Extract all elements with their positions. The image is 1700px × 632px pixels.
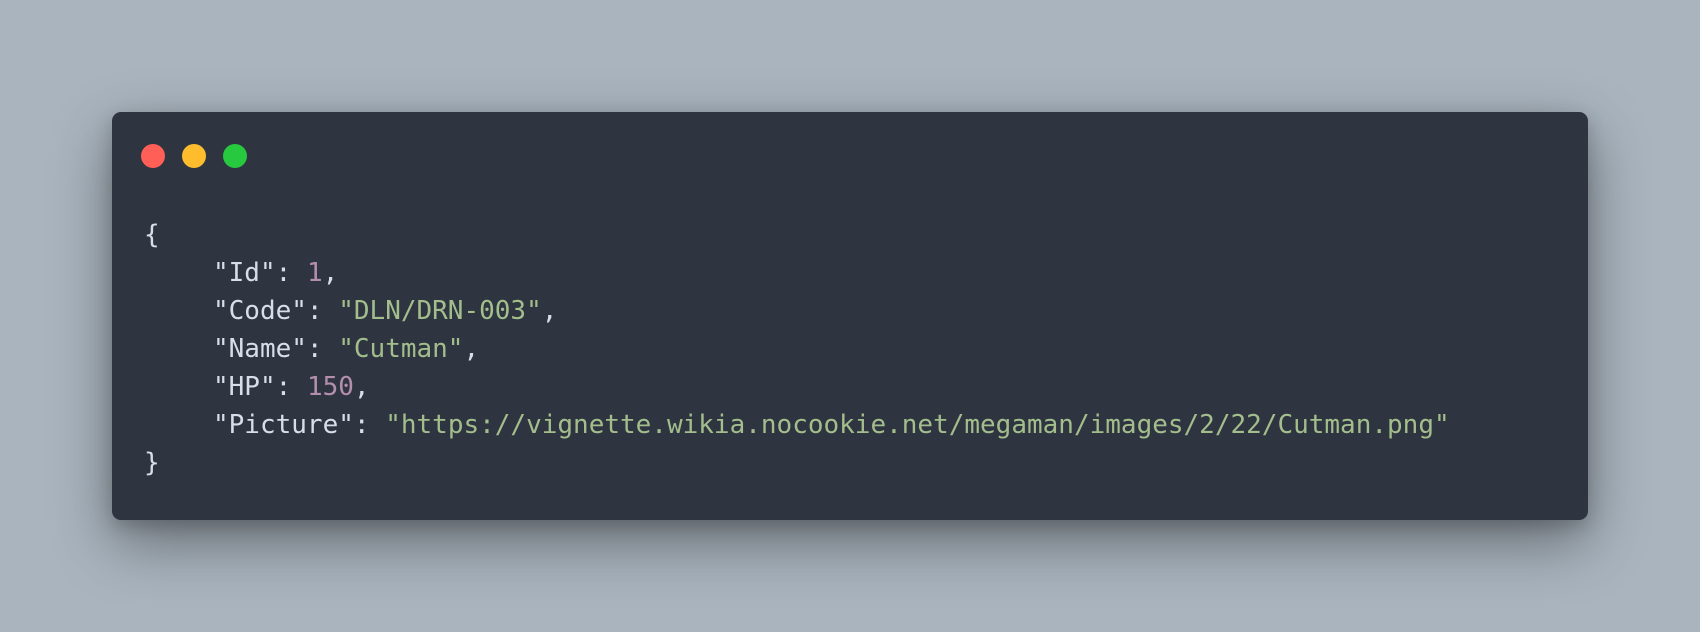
key-name: "Name" xyxy=(213,334,307,364)
key-picture: "Picture" xyxy=(213,410,354,440)
value-name: "Cutman" xyxy=(338,334,464,364)
comma: , xyxy=(463,334,480,364)
comma: , xyxy=(322,258,339,288)
code-line-id: "Id": 1, xyxy=(213,258,339,288)
open-brace: { xyxy=(144,220,160,250)
code-line-hp: "HP": 150, xyxy=(213,372,370,402)
value-id: 1 xyxy=(306,258,323,288)
close-dot-icon[interactable] xyxy=(141,144,165,168)
close-brace: } xyxy=(144,448,160,478)
comma: , xyxy=(541,296,558,326)
key-code: "Code" xyxy=(213,296,307,326)
value-picture: "https://vignette.wikia.nocookie.net/meg… xyxy=(385,410,1450,440)
json-code-block: { "Id": 1, "Code": "DLN/DRN-003", "Name": "… xyxy=(144,216,1450,482)
code-line-code: "Code": "DLN/DRN-003", xyxy=(213,296,558,326)
key-hp: "HP" xyxy=(213,372,276,402)
key-id: "Id" xyxy=(213,258,276,288)
value-hp: 150 xyxy=(306,372,354,402)
minimize-dot-icon[interactable] xyxy=(182,144,206,168)
value-code: "DLN/DRN-003" xyxy=(338,296,542,326)
code-window: { "Id": 1, "Code": "DLN/DRN-003", "Name": "… xyxy=(112,112,1588,520)
comma: , xyxy=(353,372,370,402)
code-line-picture: "Picture": "https://vignette.wikia.nocoo… xyxy=(213,410,1450,440)
code-line-name: "Name": "Cutman", xyxy=(213,334,480,364)
maximize-dot-icon[interactable] xyxy=(223,144,247,168)
